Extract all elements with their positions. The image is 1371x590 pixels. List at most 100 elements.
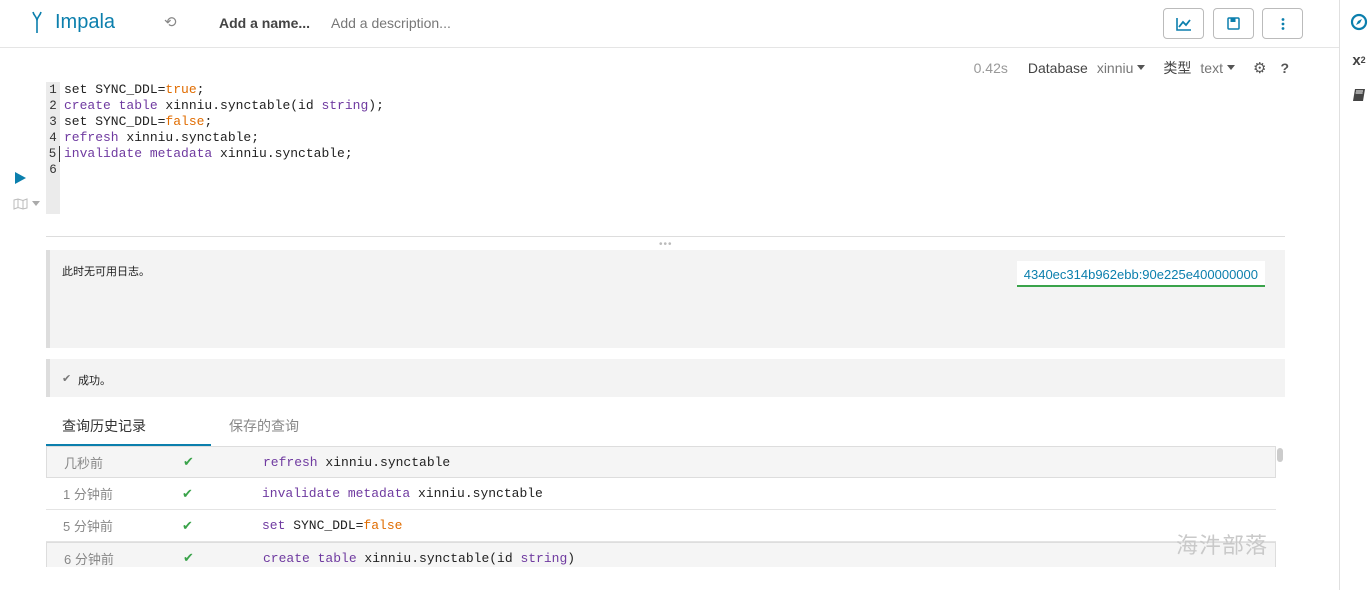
sql-text: ); bbox=[368, 98, 384, 113]
status-panel: ✔ 成功。 bbox=[46, 359, 1285, 397]
line-number: 4 bbox=[49, 131, 57, 145]
line-chart-icon bbox=[1175, 17, 1191, 31]
sql-literal: true bbox=[165, 82, 197, 97]
code-line[interactable]: create table xinniu.synctable(id string)… bbox=[64, 98, 384, 114]
code-line[interactable]: set SYNC_DDL=true; bbox=[64, 82, 384, 98]
history-row[interactable]: 6 分钟前 ✔ create table xinniu.synctable(id s… bbox=[46, 542, 1276, 567]
success-check-icon: ✔ bbox=[182, 485, 193, 501]
history-time: 1 分钟前 bbox=[63, 487, 113, 502]
database-selector[interactable]: Database xinniu bbox=[1028, 60, 1146, 76]
success-check-icon: ✔ bbox=[182, 517, 193, 533]
history-row[interactable]: 1 分钟前 ✔ invalidate metadata xinniu.synctab… bbox=[46, 478, 1276, 510]
sql-keyword: string bbox=[520, 550, 568, 566]
sql-text: ; bbox=[196, 82, 205, 97]
sql-text: set SYNC_DDL= bbox=[64, 114, 166, 129]
compass-icon[interactable] bbox=[1349, 12, 1369, 32]
success-check-icon: ✔ bbox=[183, 550, 194, 565]
chevron-down-icon bbox=[1137, 64, 1146, 70]
query-description-field[interactable]: Add a description... bbox=[331, 15, 451, 31]
line-number: 1 bbox=[49, 83, 57, 97]
line-number: 5 bbox=[46, 146, 60, 162]
sql-keyword: string bbox=[321, 98, 369, 113]
code-line[interactable] bbox=[64, 162, 384, 178]
chevron-down-icon bbox=[32, 200, 40, 206]
history-row[interactable]: 5 分钟前 ✔ set SYNC_DDL=false bbox=[46, 510, 1276, 542]
impala-logo-icon bbox=[32, 11, 42, 33]
status-message: 成功。 bbox=[78, 375, 111, 387]
sql-text: xinniu.synctable; bbox=[118, 130, 260, 145]
sql-text: set SYNC_DDL= bbox=[64, 82, 166, 97]
execution-meta: 0.42s Database xinniu 类型 text ⚙ ? bbox=[974, 58, 1289, 78]
success-check-icon: ✔ bbox=[183, 454, 194, 469]
sql-keyword: invalidate metadata bbox=[262, 486, 411, 501]
watermark: 海汼部落 bbox=[1176, 534, 1269, 559]
code-line[interactable]: refresh xinniu.synctable; bbox=[64, 130, 384, 146]
query-name-field[interactable]: Add a name... bbox=[219, 15, 310, 31]
sql-text: xinniu.synctable(id bbox=[356, 550, 521, 566]
save-button[interactable] bbox=[1213, 8, 1254, 39]
sql-text: SYNC_DDL= bbox=[285, 518, 364, 533]
vertical-ellipsis-icon bbox=[1281, 17, 1284, 30]
snippet-menu-button[interactable] bbox=[13, 198, 40, 210]
history-row[interactable]: 几秒前 ✔ refresh xinniu.synctable bbox=[46, 446, 1276, 478]
chart-button[interactable] bbox=[1163, 8, 1204, 39]
top-bar: Impala ⟲ Add a name... Add a description… bbox=[0, 0, 1340, 48]
floppy-disk-icon bbox=[1227, 17, 1240, 30]
query-id-link[interactable]: 4340ec314b962ebb:90e225e400000000 bbox=[1016, 261, 1265, 287]
gear-icon[interactable]: ⚙ bbox=[1253, 59, 1266, 77]
sql-keyword: set bbox=[262, 518, 286, 533]
results-tabs: 查询历史记录 保存的查询 bbox=[46, 410, 1285, 446]
sql-text: ) bbox=[567, 550, 576, 566]
history-time: 6 分钟前 bbox=[64, 551, 114, 567]
sql-literal: false bbox=[363, 518, 403, 533]
right-assist-rail: x2 bbox=[1339, 0, 1371, 590]
book-icon[interactable] bbox=[1349, 85, 1369, 105]
query-history-list: 几秒前 ✔ refresh xinniu.synctable 1 分钟前 ✔ invali… bbox=[46, 446, 1276, 567]
code-line[interactable]: invalidate metadata xinniu.synctable; bbox=[64, 146, 384, 162]
sql-text: xinniu.synctable(id bbox=[157, 98, 322, 113]
line-number: 6 bbox=[49, 163, 57, 177]
run-query-button[interactable] bbox=[15, 172, 26, 184]
sql-text: xinniu.synctable bbox=[317, 454, 451, 470]
sql-editor[interactable]: 123456 set SYNC_DDL=true; create table xi… bbox=[46, 82, 1286, 214]
sql-keyword: invalidate metadata bbox=[64, 146, 213, 161]
tab-query-history[interactable]: 查询历史记录 bbox=[46, 410, 211, 446]
database-label: Database bbox=[1027, 60, 1088, 76]
history-icon[interactable]: ⟲ bbox=[164, 15, 180, 31]
log-panel: 此时无可用日志。 4340ec314b962ebb:90e225e4000000… bbox=[46, 250, 1285, 348]
sql-text: xinniu.synctable bbox=[410, 486, 543, 501]
line-number: 3 bbox=[49, 115, 57, 129]
history-time: 5 分钟前 bbox=[63, 519, 113, 534]
line-number: 2 bbox=[49, 99, 57, 113]
code-lines[interactable]: set SYNC_DDL=true; create table xinniu.sy… bbox=[64, 82, 384, 178]
execution-time: 0.42s bbox=[973, 60, 1008, 76]
type-value: text bbox=[1200, 60, 1223, 76]
checkmark-icon: ✔ bbox=[62, 373, 72, 385]
tab-saved-queries[interactable]: 保存的查询 bbox=[213, 410, 315, 446]
type-label: 类型 bbox=[1163, 60, 1192, 76]
superscript-x2-icon[interactable]: x2 bbox=[1349, 50, 1369, 70]
sql-literal: false bbox=[165, 114, 205, 129]
resize-splitter[interactable] bbox=[46, 236, 1285, 237]
type-selector[interactable]: 类型 text bbox=[1163, 58, 1235, 78]
code-line[interactable]: set SYNC_DDL=false; bbox=[64, 114, 384, 130]
history-query: refresh xinniu.synctable bbox=[263, 455, 450, 470]
sql-keyword: create table bbox=[64, 98, 158, 113]
sql-text: xinniu.synctable; bbox=[212, 146, 353, 161]
history-query: create table xinniu.synctable(id string) bbox=[263, 551, 575, 566]
more-button[interactable] bbox=[1262, 8, 1303, 39]
history-scrollbar[interactable] bbox=[1277, 448, 1283, 462]
history-query: set SYNC_DDL=false bbox=[262, 518, 402, 533]
sql-keyword: refresh bbox=[64, 130, 119, 145]
history-time: 几秒前 bbox=[64, 455, 104, 471]
help-icon[interactable]: ? bbox=[1280, 60, 1289, 76]
drag-handle-icon[interactable]: ••• bbox=[659, 240, 673, 250]
log-message: 此时无可用日志。 bbox=[62, 266, 150, 278]
chevron-down-icon bbox=[1226, 64, 1235, 70]
sql-keyword: refresh bbox=[263, 454, 318, 470]
history-query: invalidate metadata xinniu.synctable bbox=[262, 486, 543, 501]
database-value: xinniu bbox=[1096, 60, 1134, 76]
map-icon bbox=[13, 198, 28, 210]
line-number-gutter: 1 2 3 456 bbox=[46, 82, 60, 214]
sql-keyword: create table bbox=[263, 550, 357, 566]
